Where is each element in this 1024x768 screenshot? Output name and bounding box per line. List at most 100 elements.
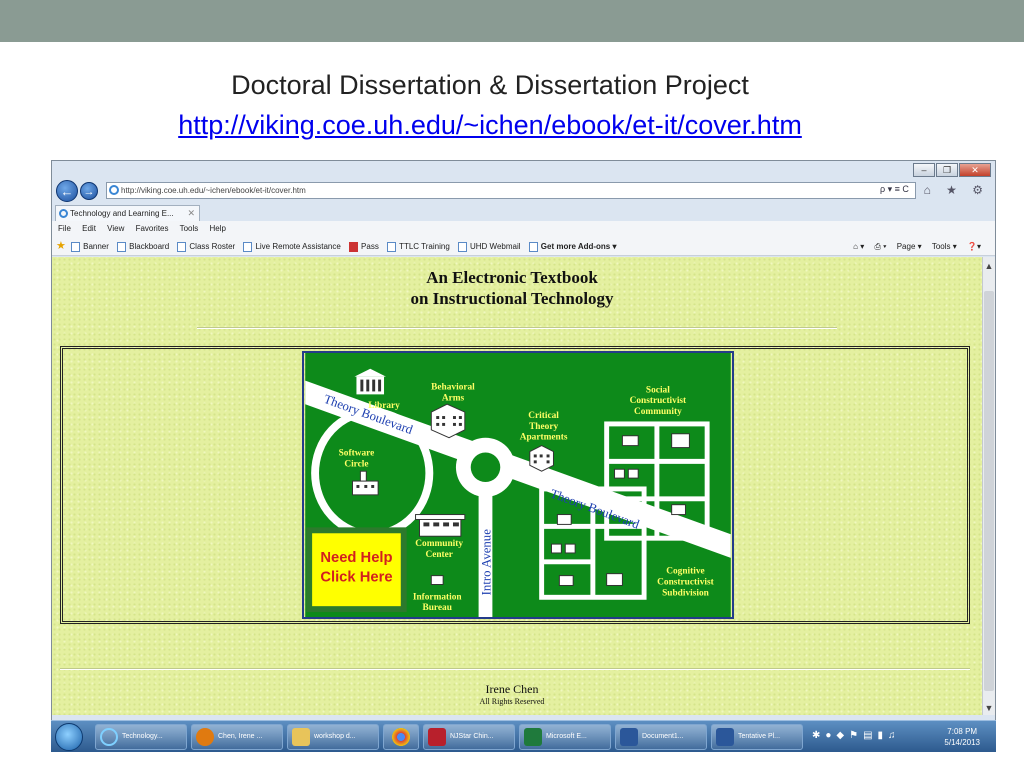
- maximize-button[interactable]: ❐: [936, 163, 958, 177]
- heading-line-2: on Instructional Technology: [410, 289, 614, 308]
- clock[interactable]: 7:08 PM 5/14/2013: [944, 726, 980, 748]
- tab-technology-learning[interactable]: Technology and Learning E... ✕: [55, 205, 200, 221]
- page-icon: [458, 241, 467, 252]
- label-social-1[interactable]: Social: [646, 385, 670, 395]
- label-behavioral-1[interactable]: Behavioral: [431, 382, 475, 392]
- get-more-addons[interactable]: Get more Add-ons ▾: [528, 241, 617, 252]
- favorites-star-icon[interactable]: ★: [56, 240, 66, 252]
- menu-file[interactable]: File: [58, 224, 71, 233]
- taskbar-chrome[interactable]: [383, 724, 419, 750]
- minimize-button[interactable]: –: [913, 163, 935, 177]
- clock-time: 7:08 PM: [947, 727, 978, 736]
- label-library[interactable]: Library: [368, 401, 400, 411]
- fav-banner[interactable]: Banner: [71, 241, 109, 252]
- back-button[interactable]: ←: [56, 180, 78, 202]
- tools-menu[interactable]: Tools ▾: [932, 242, 957, 251]
- author-name: Irene Chen: [485, 682, 539, 696]
- help-icon[interactable]: ❓▾: [967, 242, 981, 251]
- help-text-line-1: Need Help: [320, 550, 392, 566]
- slide-title: Doctoral Dissertation & Dissertation Pro…: [231, 70, 749, 100]
- fav-ttlc-training[interactable]: TTLC Training: [387, 241, 450, 252]
- taskbar-label: workshop d...: [314, 733, 356, 740]
- page-icon: [71, 241, 81, 252]
- community-center-building-icon[interactable]: [415, 514, 466, 537]
- forward-button[interactable]: →: [80, 182, 98, 200]
- fav-label: Blackboard: [129, 242, 170, 251]
- command-bar: ⌂ ▾ ⎙ ▾ Page ▾ Tools ▾ ❓▾: [845, 237, 981, 256]
- slide-top-bar: [0, 0, 1024, 42]
- label-cognitive-1[interactable]: Cognitive: [666, 567, 704, 577]
- address-text: http://viking.coe.uh.edu/~ichen/ebook/et…: [121, 186, 306, 195]
- close-button[interactable]: ✕: [959, 163, 991, 177]
- fav-pass[interactable]: Pass: [349, 241, 379, 252]
- label-critical-1[interactable]: Critical: [528, 411, 559, 421]
- label-community-1[interactable]: Community: [415, 539, 463, 549]
- menu-view[interactable]: View: [107, 224, 124, 233]
- scroll-thumb[interactable]: [984, 291, 994, 691]
- vertical-scrollbar[interactable]: ▲ ▼: [982, 257, 995, 715]
- taskbar-firefox-chen[interactable]: Chen, Irene ...: [191, 724, 283, 750]
- critical-theory-apartments-icon[interactable]: [529, 445, 554, 472]
- page-menu[interactable]: Page ▾: [897, 242, 922, 251]
- home-icon[interactable]: ⌂ ▾: [853, 242, 864, 251]
- njstar-icon: [428, 728, 446, 746]
- need-help-button[interactable]: Need Help Click Here: [306, 527, 407, 613]
- word-icon: [620, 728, 638, 746]
- tray-icons[interactable]: ✱●◆⚑▤▮♫: [812, 730, 901, 741]
- campus-map-image[interactable]: Need Help Click Here Theory Boulevard Th…: [302, 351, 734, 619]
- fav-label: TTLC Training: [399, 242, 450, 251]
- taskbar-label: Document1...: [642, 733, 684, 740]
- scroll-down-icon[interactable]: ▼: [983, 703, 995, 713]
- fav-class-roster[interactable]: Class Roster: [177, 241, 236, 252]
- tab-row: Technology and Learning E... ✕: [52, 204, 995, 221]
- heading-line-1: An Electronic Textbook: [426, 268, 598, 287]
- label-software-1[interactable]: Software: [339, 448, 375, 458]
- favorites-bar: ★ Banner Blackboard Class Roster Live Re…: [52, 237, 995, 256]
- fav-label: Pass: [361, 242, 379, 251]
- fav-blackboard[interactable]: Blackboard: [117, 241, 170, 252]
- address-tools[interactable]: ρ ▾ ≡ C: [880, 184, 909, 195]
- home-favorites-settings-icons[interactable]: ⌂ ★ ⚙: [924, 183, 989, 197]
- label-software-2[interactable]: Circle: [344, 459, 368, 469]
- menu-tools[interactable]: Tools: [180, 224, 199, 233]
- menu-help[interactable]: Help: [210, 224, 226, 233]
- address-bar[interactable]: http://viking.coe.uh.edu/~ichen/ebook/et…: [106, 182, 916, 199]
- folder-icon: [292, 728, 310, 746]
- taskbar-word-tentative[interactable]: Tentative Pl...: [711, 724, 803, 750]
- taskbar-label: Microsoft E...: [546, 733, 587, 740]
- label-behavioral-2[interactable]: Arms: [442, 393, 465, 403]
- roundabout-center: [470, 452, 501, 483]
- ie-tab-icon: [59, 209, 68, 218]
- label-cognitive-3[interactable]: Subdivision: [662, 588, 710, 598]
- fav-live-remote-assistance[interactable]: Live Remote Assistance: [243, 241, 341, 252]
- label-critical-2[interactable]: Theory: [529, 422, 558, 432]
- taskbar-word-document1[interactable]: Document1...: [615, 724, 707, 750]
- fav-label: UHD Webmail: [470, 242, 521, 251]
- fav-uhd-webmail[interactable]: UHD Webmail: [458, 241, 521, 252]
- window-controls: – ❐ ✕: [913, 163, 991, 177]
- close-tab-icon[interactable]: ✕: [187, 206, 195, 221]
- fav-label: Banner: [83, 242, 109, 251]
- page-icon: [243, 241, 253, 252]
- tab-label: Technology and Learning E...: [70, 209, 174, 218]
- taskbar-njstar[interactable]: NJStar Chin...: [423, 724, 515, 750]
- web-page-content: An Electronic Textbook on Instructional …: [52, 257, 984, 715]
- label-community-2[interactable]: Center: [425, 550, 453, 560]
- slide-link[interactable]: http://viking.coe.uh.edu/~ichen/ebook/et…: [0, 110, 980, 141]
- label-information-1[interactable]: Information: [413, 592, 463, 602]
- label-information-2[interactable]: Bureau: [423, 603, 452, 613]
- menu-edit[interactable]: Edit: [82, 224, 96, 233]
- label-social-2[interactable]: Constructivist: [630, 396, 687, 406]
- label-critical-3[interactable]: Apartments: [520, 433, 568, 443]
- chrome-icon: [392, 728, 410, 746]
- taskbar-excel[interactable]: Microsoft E...: [519, 724, 611, 750]
- label-social-3[interactable]: Community: [634, 407, 682, 417]
- fav-label: Class Roster: [189, 242, 236, 251]
- start-button[interactable]: [55, 723, 83, 751]
- taskbar-ie-technology[interactable]: Technology...: [95, 724, 187, 750]
- label-cognitive-2[interactable]: Constructivist: [657, 577, 714, 587]
- scroll-up-icon[interactable]: ▲: [983, 261, 995, 271]
- print-icon[interactable]: ⎙ ▾: [874, 242, 886, 251]
- menu-favorites[interactable]: Favorites: [136, 224, 169, 233]
- taskbar-folder-workshop[interactable]: workshop d...: [287, 724, 379, 750]
